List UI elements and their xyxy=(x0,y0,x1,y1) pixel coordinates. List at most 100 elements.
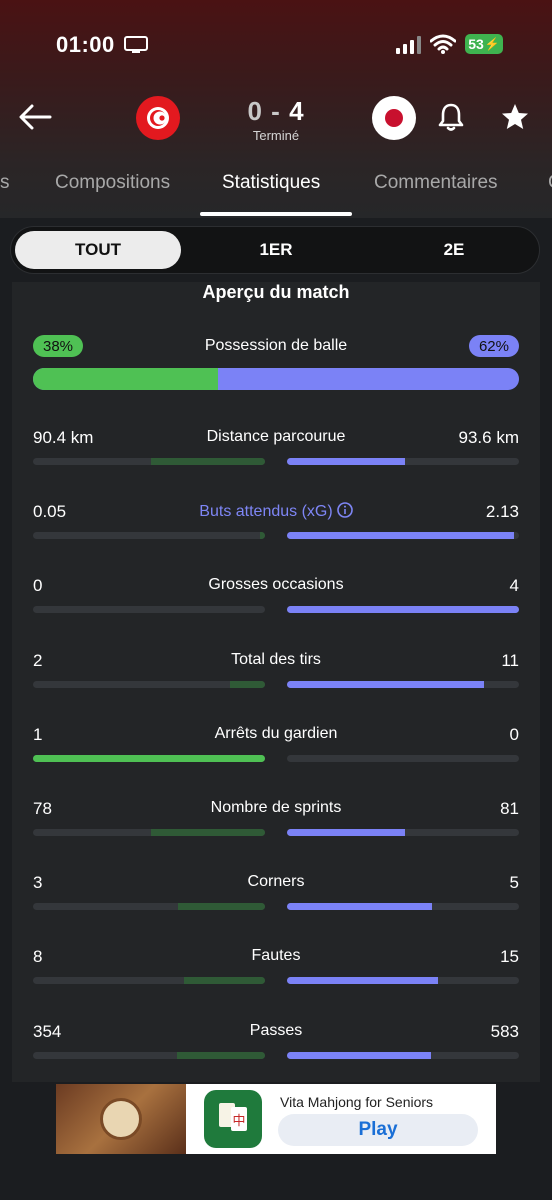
period-selector: TOUT 1ER 2E xyxy=(10,226,540,274)
stat-home-bar xyxy=(33,829,265,836)
stat-away-value: 583 xyxy=(490,1022,519,1041)
battery-level: 53 xyxy=(468,36,484,52)
possession-label: Possession de balle xyxy=(204,337,348,354)
ad-title: Vita Mahjong for Seniors xyxy=(280,1094,434,1110)
match-status: Terminé xyxy=(252,128,300,143)
stat-label: Passes xyxy=(33,1022,519,1040)
home-score: 0 xyxy=(247,96,263,126)
stat-away-bar xyxy=(287,532,519,539)
stat-away-bar-fill xyxy=(287,606,519,613)
tab-compositions[interactable]: Compositions xyxy=(55,172,170,194)
away-possession-badge: 62% xyxy=(468,335,519,357)
stat-label: Distance parcourue xyxy=(33,428,519,446)
stat-row: 0.05 Buts attendus (xG) 2.13 xyxy=(33,502,519,542)
home-team-flag-icon[interactable] xyxy=(136,96,180,140)
stat-row: 2 Total des tirs 11 xyxy=(33,651,519,691)
stat-away-bar xyxy=(287,829,519,836)
stat-away-value: 15 xyxy=(500,947,519,966)
stat-row: 90.4 km Distance parcourue 93.6 km xyxy=(33,428,519,468)
stat-label-text: Distance parcourue xyxy=(206,428,346,445)
stat-label[interactable]: Buts attendus (xG) xyxy=(33,502,519,521)
match-overview-card: Aperçu du match 38% Possession de balle … xyxy=(12,282,540,1082)
wifi-icon xyxy=(430,34,456,54)
stat-away-bar xyxy=(287,903,519,910)
stat-away-value: 81 xyxy=(500,799,519,818)
stat-away-bar-fill xyxy=(287,532,515,539)
bell-icon[interactable] xyxy=(438,102,464,132)
tab-bar: s Compositions Statistiques Commentaires… xyxy=(0,160,552,216)
match-header: 01:00 53 ⚡ 0 - 4 Terminé s Compositions … xyxy=(0,0,552,218)
stat-home-bar-fill xyxy=(178,903,265,910)
tab-next[interactable]: C xyxy=(548,172,552,194)
active-tab-indicator xyxy=(200,212,352,216)
stat-label-text: Fautes xyxy=(251,947,301,964)
stat-row: 354 Passes 583 xyxy=(33,1022,519,1062)
stat-home-bar-fill xyxy=(33,755,265,762)
stat-home-bar xyxy=(33,977,265,984)
scoreline: 0 - 4 xyxy=(226,96,326,127)
possession-row: 38% Possession de balle 62% xyxy=(33,335,519,395)
away-team-flag-icon[interactable] xyxy=(372,96,416,140)
stat-row: 0 Grosses occasions 4 xyxy=(33,576,519,616)
stat-home-bar-fill xyxy=(183,977,265,984)
ad-banner[interactable]: 中 Vita Mahjong for Seniors Play xyxy=(56,1084,496,1154)
stat-home-bar-fill xyxy=(151,458,265,465)
stat-home-bar xyxy=(33,458,265,465)
info-icon[interactable] xyxy=(336,502,353,518)
stat-label-text: Total des tirs xyxy=(231,651,321,668)
stat-home-bar-fill xyxy=(176,1052,265,1059)
stat-label-text: Passes xyxy=(249,1022,303,1039)
ad-image[interactable] xyxy=(56,1084,186,1154)
stat-away-bar xyxy=(287,681,519,688)
stat-home-bar xyxy=(33,1052,265,1059)
cellular-signal-icon xyxy=(396,36,421,54)
stat-label-text: Grosses occasions xyxy=(208,576,344,593)
star-icon[interactable] xyxy=(500,102,530,132)
stat-away-bar-fill xyxy=(287,681,485,688)
charging-bolt-icon: ⚡ xyxy=(484,37,500,51)
stat-away-value: 2.13 xyxy=(485,502,519,521)
stat-row: 1 Arrêts du gardien 0 xyxy=(33,725,519,765)
ad-play-button[interactable]: Play xyxy=(278,1114,478,1146)
stat-label: Corners xyxy=(33,873,519,891)
stat-away-bar-fill xyxy=(287,903,432,910)
stat-home-bar xyxy=(33,606,265,613)
stat-away-value: 5 xyxy=(509,873,519,892)
ad-game-badge-icon xyxy=(100,1098,142,1140)
stat-label: Nombre de sprints xyxy=(33,799,519,817)
stat-away-bar xyxy=(287,458,519,465)
mahjong-app-icon[interactable]: 中 xyxy=(204,1090,262,1148)
stat-home-bar-fill xyxy=(151,829,265,836)
screen-mirroring-icon xyxy=(124,36,148,53)
stat-label-text: Buts attendus (xG) xyxy=(199,503,333,520)
status-time: 01:00 xyxy=(56,32,115,57)
stat-row: 8 Fautes 15 xyxy=(33,947,519,987)
back-arrow-icon[interactable] xyxy=(18,102,52,132)
tab-previous[interactable]: s xyxy=(0,172,10,194)
score-separator: - xyxy=(271,96,281,126)
stat-label: Fautes xyxy=(33,947,519,965)
stat-row: 3 Corners 5 xyxy=(33,873,519,913)
stat-label-text: Nombre de sprints xyxy=(210,799,342,816)
battery-indicator: 53 ⚡ xyxy=(465,34,503,54)
match-top-bar: 0 - 4 Terminé xyxy=(0,90,552,146)
stat-home-bar xyxy=(33,532,265,539)
svg-text:中: 中 xyxy=(232,1114,245,1129)
japan-sun-icon xyxy=(385,109,403,127)
tab-commentaires[interactable]: Commentaires xyxy=(374,172,498,194)
stat-away-bar-fill xyxy=(287,1052,431,1059)
stat-label: Arrêts du gardien xyxy=(33,725,519,743)
stat-away-value: 0 xyxy=(509,725,519,744)
stat-label-text: Corners xyxy=(247,873,305,890)
period-second-half-button[interactable]: 2E xyxy=(371,227,537,273)
period-first-half-button[interactable]: 1ER xyxy=(191,227,361,273)
stat-away-value: 93.6 km xyxy=(458,428,519,447)
stat-away-bar-fill xyxy=(287,977,438,984)
tab-statistiques[interactable]: Statistiques xyxy=(222,172,320,194)
period-all-button[interactable]: TOUT xyxy=(15,231,181,269)
stat-label: Grosses occasions xyxy=(33,576,519,594)
score-block: 0 - 4 Terminé xyxy=(226,96,326,143)
stat-home-bar xyxy=(33,755,265,762)
mahjong-tile-icon: 中 xyxy=(219,1103,247,1131)
stat-away-value: 11 xyxy=(501,651,519,670)
